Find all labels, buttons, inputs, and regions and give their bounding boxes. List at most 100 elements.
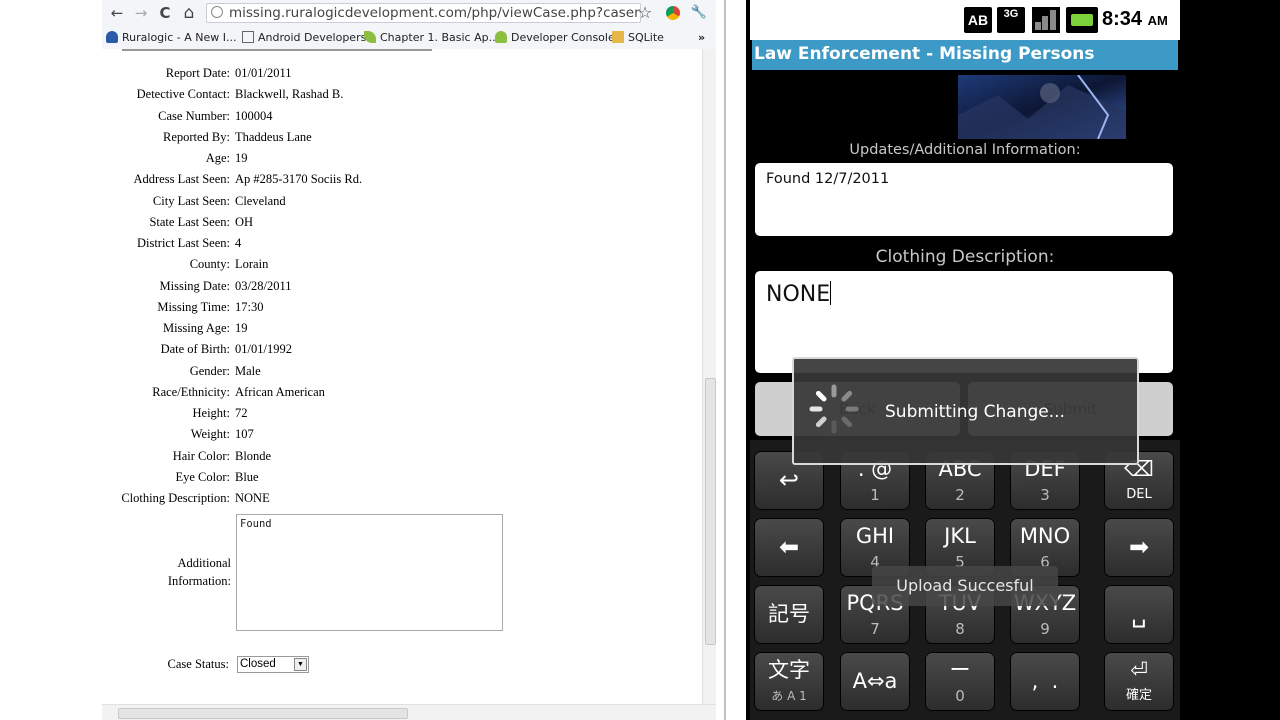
url-input[interactable]: missing.ruralogicdevelopment.com/php/vie… bbox=[206, 3, 641, 23]
key-0-digit: 0 bbox=[955, 687, 965, 705]
symbols-key[interactable]: 記号 bbox=[754, 585, 824, 644]
cursor-left-key[interactable]: ⬅ bbox=[754, 518, 824, 577]
key-2-digit: 2 bbox=[955, 486, 965, 504]
case-toggle-key[interactable]: A⇔a bbox=[840, 652, 910, 711]
case-field-row: Missing Date: 03/28/2011 bbox=[102, 276, 702, 297]
field-label: Missing Date: bbox=[159, 278, 230, 293]
bookmark-ruralogic[interactable]: Ruralogic - A New I... bbox=[106, 30, 236, 46]
field-value: Ap #285-3170 Sociis Rd. bbox=[235, 172, 363, 187]
ab-indicator-icon: AB bbox=[964, 7, 992, 33]
case-toggle-label: A⇔a bbox=[852, 669, 898, 693]
bookmark-chapter-1[interactable]: Chapter 1. Basic Ap... bbox=[364, 30, 499, 46]
key-9-digit: 9 bbox=[1040, 620, 1050, 638]
text-cursor bbox=[830, 281, 832, 305]
key-0[interactable]: ー0 bbox=[925, 652, 995, 711]
leaf-icon bbox=[364, 31, 376, 43]
field-label: Gender: bbox=[189, 363, 230, 378]
key-1-digit: 1 bbox=[870, 486, 880, 504]
folder-icon bbox=[612, 31, 624, 43]
field-value: 03/28/2011 bbox=[235, 278, 292, 293]
people-icon bbox=[106, 31, 118, 43]
field-label: Missing Time: bbox=[157, 299, 230, 314]
case-field-row: Case Number: 100004 bbox=[102, 106, 702, 127]
android-status-bar: AB 3G 8:34 AM bbox=[750, 0, 1180, 40]
home-icon[interactable]: ⌂ bbox=[180, 4, 198, 22]
horizontal-scrollbar[interactable] bbox=[102, 704, 716, 720]
field-label: Detective Contact: bbox=[136, 87, 230, 102]
field-value: Cleveland bbox=[235, 193, 286, 208]
app-title-bar: Law Enforcement - Missing Persons bbox=[752, 40, 1178, 70]
input-mode-label: 文字 bbox=[768, 658, 810, 682]
page-icon bbox=[242, 31, 254, 43]
additional-info-textarea[interactable]: Found bbox=[236, 514, 503, 631]
forward-arrow-icon[interactable]: → bbox=[132, 4, 150, 22]
horizontal-scroll-thumb[interactable] bbox=[118, 708, 408, 719]
field-label: Date of Birth: bbox=[160, 342, 230, 357]
field-label: District Last Seen: bbox=[136, 236, 230, 250]
field-value: 19 bbox=[235, 321, 248, 335]
case-field-row: Hair Color: Blonde bbox=[102, 446, 702, 467]
bookmark-star-icon[interactable]: ☆ bbox=[636, 4, 654, 22]
field-value: 100004 bbox=[235, 108, 273, 123]
case-field-row: Clothing Description: NONE bbox=[102, 488, 702, 509]
field-value: 19 bbox=[235, 151, 248, 165]
bookmark-android-developers[interactable]: Android Developers bbox=[242, 30, 366, 46]
field-label: Height: bbox=[192, 406, 231, 420]
enter-key[interactable]: ⏎ 確定 bbox=[1104, 652, 1174, 711]
window-divider bbox=[724, 0, 726, 720]
field-value: 01/01/1992 bbox=[235, 342, 292, 357]
window-gap bbox=[716, 0, 746, 720]
app-title: Law Enforcement - Missing Persons bbox=[754, 44, 1095, 64]
case-field-row: County: Lorain bbox=[102, 254, 702, 275]
case-field-row: Missing Time: 17:30 bbox=[102, 297, 702, 318]
field-value: 4 bbox=[235, 236, 242, 250]
field-value: Blue bbox=[235, 469, 259, 484]
updates-input[interactable]: Found 12/7/2011 bbox=[755, 163, 1173, 236]
field-value: NONE bbox=[235, 491, 270, 505]
bookmark-sqlite-folder[interactable]: SQLite bbox=[612, 30, 664, 46]
cursor-right-key[interactable]: ➡ bbox=[1104, 518, 1174, 577]
field-value: Lorain bbox=[235, 257, 269, 272]
case-field-row: Age: 19 bbox=[102, 148, 702, 169]
address-toolbar: ← → C ⌂ missing.ruralogicdevelopment.com… bbox=[102, 0, 716, 27]
space-key[interactable]: ␣ bbox=[1104, 585, 1174, 644]
key-8-digit: 8 bbox=[955, 620, 965, 638]
vertical-scroll-thumb[interactable] bbox=[705, 378, 716, 645]
symbols-label: 記号 bbox=[768, 602, 810, 626]
dropdown-arrow-icon: ▼ bbox=[294, 658, 307, 671]
battery-icon bbox=[1066, 7, 1098, 33]
field-label: Race/Ethnicity: bbox=[152, 384, 230, 399]
bookmarks-bar: Ruralogic - A New I... Android Developer… bbox=[102, 27, 716, 50]
back-arrow-icon[interactable]: ← bbox=[108, 4, 126, 22]
key-0-dash: ー bbox=[949, 658, 971, 682]
progress-dialog: Submitting Change... bbox=[792, 357, 1139, 465]
case-field-row: Report Date: 01/01/2011 bbox=[102, 63, 702, 84]
updates-label: Updates/Additional Information: bbox=[849, 142, 1081, 158]
case-status-select[interactable]: Closed ▼ bbox=[237, 656, 309, 673]
chrome-extension-icon[interactable] bbox=[666, 6, 680, 20]
signal-strength-icon bbox=[1032, 7, 1060, 33]
vertical-scrollbar[interactable] bbox=[702, 49, 716, 704]
enter-icon: ⏎ bbox=[1130, 658, 1148, 682]
input-mode-sub: あ A 1 bbox=[771, 689, 807, 703]
globe-icon bbox=[211, 6, 223, 18]
field-value: Blackwell, Rashad B. bbox=[235, 87, 344, 102]
field-label: Age: bbox=[205, 151, 230, 165]
field-value: 01/01/2011 bbox=[235, 66, 292, 80]
reload-icon[interactable]: C bbox=[156, 4, 174, 22]
header-photo-graphic bbox=[958, 75, 1126, 139]
field-label: Clothing Description: bbox=[121, 491, 230, 505]
key-7-digit: 7 bbox=[870, 620, 880, 638]
field-label: Hair Color: bbox=[172, 448, 230, 463]
input-mode-key[interactable]: 文字あ A 1 bbox=[754, 652, 824, 711]
key-5-letters: JKL bbox=[944, 524, 976, 548]
field-value: OH bbox=[235, 214, 254, 229]
case-field-row: Missing Age: 19 bbox=[102, 318, 702, 339]
punctuation-key[interactable]: , . bbox=[1010, 652, 1080, 711]
upload-toast: Upload Succesful bbox=[872, 566, 1058, 606]
bookmarks-overflow-chevron[interactable]: » bbox=[698, 30, 705, 46]
wrench-icon[interactable]: 🔧 bbox=[690, 4, 708, 22]
bookmark-developer-console[interactable]: Developer Console bbox=[495, 30, 615, 46]
field-value: 17:30 bbox=[235, 299, 264, 314]
field-label: Weight: bbox=[190, 427, 230, 442]
